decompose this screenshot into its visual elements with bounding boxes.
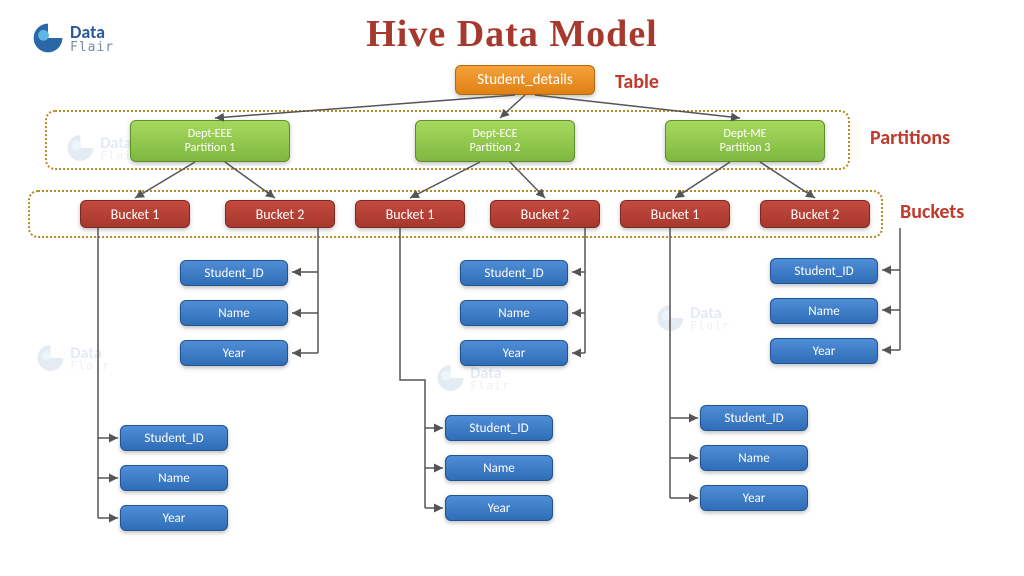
partition-dept: Dept-EEE <box>131 127 289 141</box>
partition-num: Partition 1 <box>131 141 289 155</box>
field-node: Student_ID <box>700 405 808 431</box>
bucket-node-p3-b1: Bucket 1 <box>620 200 730 228</box>
field-node: Year <box>700 485 808 511</box>
watermark: DataFlair <box>34 342 110 374</box>
field-node: Name <box>120 465 228 491</box>
field-node: Student_ID <box>770 258 878 284</box>
partition-num: Partition 2 <box>416 141 574 155</box>
partition-node-1: Dept-EEE Partition 1 <box>130 120 290 162</box>
partition-node-2: Dept-ECE Partition 2 <box>415 120 575 162</box>
field-node: Student_ID <box>460 260 568 286</box>
field-node: Name <box>445 455 553 481</box>
partition-num: Partition 3 <box>666 141 824 155</box>
partition-dept: Dept-ECE <box>416 127 574 141</box>
page-title: Hive Data Model <box>0 12 1024 56</box>
bucket-node-p1-b1: Bucket 1 <box>80 200 190 228</box>
field-node: Year <box>460 340 568 366</box>
partitions-label: Partitions <box>870 126 950 150</box>
field-node: Name <box>180 300 288 326</box>
field-node: Year <box>445 495 553 521</box>
bucket-node-p2-b1: Bucket 1 <box>355 200 465 228</box>
partition-dept: Dept-ME <box>666 127 824 141</box>
field-node: Student_ID <box>445 415 553 441</box>
field-node: Student_ID <box>120 425 228 451</box>
field-node: Year <box>770 338 878 364</box>
partition-node-3: Dept-ME Partition 3 <box>665 120 825 162</box>
field-node: Student_ID <box>180 260 288 286</box>
bucket-node-p2-b2: Bucket 2 <box>490 200 600 228</box>
buckets-label: Buckets <box>900 200 964 224</box>
table-node: Student_details <box>455 65 595 95</box>
watermark: DataFlair <box>654 302 730 334</box>
table-label: Table <box>615 70 659 94</box>
field-node: Year <box>120 505 228 531</box>
watermark: DataFlair <box>434 362 510 394</box>
field-node: Name <box>770 298 878 324</box>
bucket-node-p1-b2: Bucket 2 <box>225 200 335 228</box>
field-node: Name <box>700 445 808 471</box>
table-node-text: Student_details <box>456 71 594 89</box>
bucket-node-p3-b2: Bucket 2 <box>760 200 870 228</box>
field-node: Year <box>180 340 288 366</box>
field-node: Name <box>460 300 568 326</box>
